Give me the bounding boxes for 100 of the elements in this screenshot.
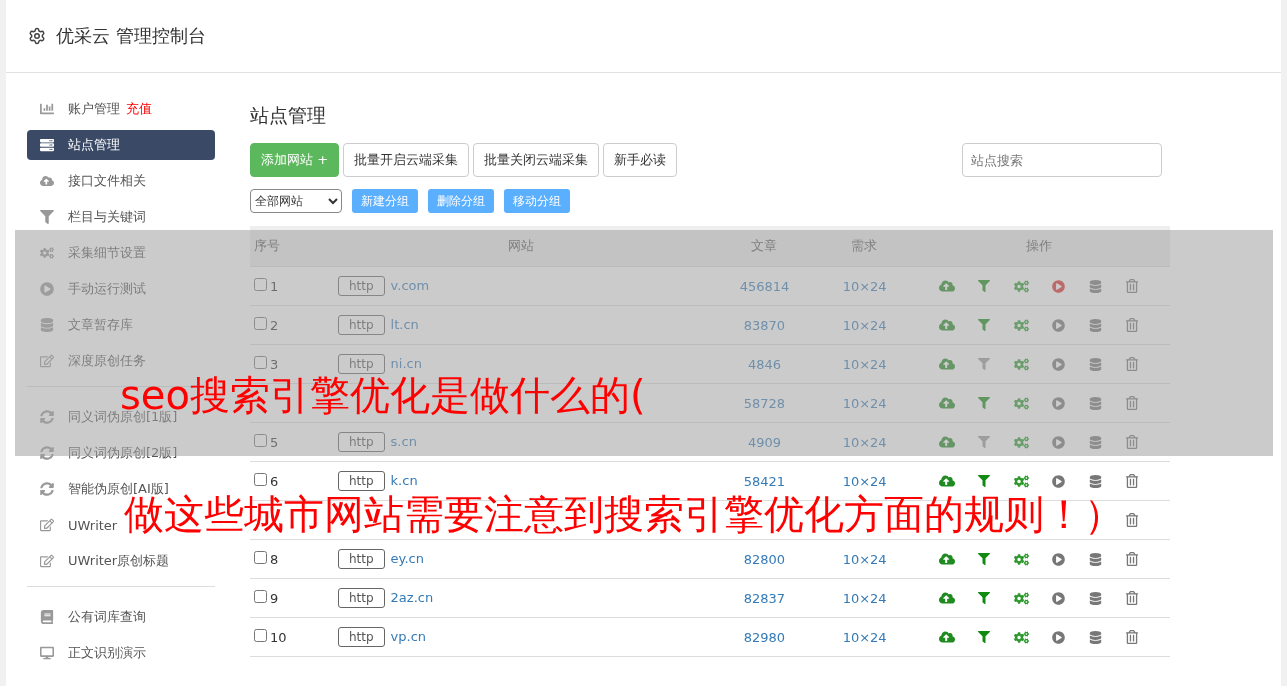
sidebar-item[interactable]: UWriter原创标题 xyxy=(27,546,181,576)
gears-icon[interactable] xyxy=(1013,278,1029,294)
toolbar-button[interactable]: 新手必读 xyxy=(603,143,678,177)
gears-icon[interactable] xyxy=(1013,317,1029,333)
sidebar-item[interactable]: 采集细节设置 xyxy=(27,238,157,268)
database-icon[interactable] xyxy=(1088,279,1102,293)
trash-icon[interactable] xyxy=(1125,552,1140,566)
cloud-upload-icon[interactable] xyxy=(939,278,956,294)
site-link[interactable]: 2az.cn xyxy=(390,590,434,605)
database-icon[interactable] xyxy=(1088,630,1102,644)
sidebar-label: 智能伪原创[AI版] xyxy=(68,480,169,496)
edit-icon xyxy=(38,354,56,368)
filter-icon[interactable] xyxy=(978,319,991,331)
toolbar-button[interactable]: 批量关闭云端采集 xyxy=(473,143,600,177)
column-header: 网站 xyxy=(333,226,710,267)
trash-icon[interactable] xyxy=(1125,279,1140,293)
cloud-upload-icon[interactable] xyxy=(939,317,956,333)
sidebar-item[interactable]: 手动运行测试 xyxy=(27,274,157,304)
filter-icon[interactable] xyxy=(978,475,991,487)
toolbar-button[interactable]: 批量开启云端采集 xyxy=(343,143,470,177)
gears-icon[interactable] xyxy=(1013,356,1029,372)
sidebar-item[interactable]: 文章暂存库 xyxy=(27,310,144,340)
play-icon[interactable] xyxy=(1051,279,1065,293)
trash-icon[interactable] xyxy=(1125,474,1140,488)
trash-icon[interactable] xyxy=(1125,513,1140,527)
gears-icon[interactable] xyxy=(1013,629,1029,645)
play-icon[interactable] xyxy=(1051,552,1065,566)
trash-icon[interactable] xyxy=(1125,630,1140,644)
article-count: 58421 xyxy=(743,473,786,489)
demand-value: 10×24 xyxy=(842,434,887,450)
database-icon[interactable] xyxy=(1088,357,1102,371)
article-count: 4909 xyxy=(747,434,781,450)
play-icon[interactable] xyxy=(1051,591,1065,605)
database-icon[interactable] xyxy=(1088,552,1102,566)
column-header: 需求 xyxy=(819,226,910,267)
play-icon[interactable] xyxy=(1051,396,1065,410)
cloud-upload-icon[interactable] xyxy=(939,473,956,489)
cloud-upload-icon[interactable] xyxy=(939,434,956,450)
trash-icon[interactable] xyxy=(1125,591,1140,605)
site-link[interactable]: k.cn xyxy=(390,473,418,488)
sidebar-item[interactable]: 账户管理 充值 xyxy=(27,94,163,124)
sidebar-item[interactable]: 站点管理 xyxy=(27,130,215,160)
toolbar-button[interactable]: 添加网站 + xyxy=(250,143,340,177)
row-checkbox[interactable] xyxy=(254,590,267,603)
database-icon[interactable] xyxy=(1088,435,1102,449)
sidebar-item[interactable]: 同义词伪原创[2版] xyxy=(27,438,189,468)
play-icon[interactable] xyxy=(1051,318,1065,332)
filter-icon[interactable] xyxy=(978,280,991,292)
sidebar-item[interactable]: 公有词库查询 xyxy=(27,602,157,632)
row-checkbox[interactable] xyxy=(254,317,267,330)
play-icon[interactable] xyxy=(1051,357,1065,371)
gears-icon[interactable] xyxy=(1013,551,1029,567)
search-field[interactable]: 站点搜索 xyxy=(962,143,1162,177)
site-link[interactable]: ey.cn xyxy=(390,551,424,566)
gears-icon[interactable] xyxy=(1013,434,1029,450)
trash-icon[interactable] xyxy=(1125,318,1140,332)
trash-icon[interactable] xyxy=(1125,396,1140,410)
row-checkbox[interactable] xyxy=(254,629,267,642)
row-checkbox[interactable] xyxy=(254,551,267,564)
cloud-upload-icon[interactable] xyxy=(939,395,956,411)
cloud-upload-icon[interactable] xyxy=(939,356,956,372)
sidebar-item[interactable]: 接口文件相关 xyxy=(27,166,157,196)
row-number: 8 xyxy=(270,552,279,567)
trash-icon[interactable] xyxy=(1125,435,1140,449)
row-checkbox[interactable] xyxy=(254,434,267,447)
protocol-tag: http xyxy=(337,432,385,452)
gears-icon[interactable] xyxy=(1013,473,1029,489)
play-icon[interactable] xyxy=(1051,474,1065,488)
row-number: 3 xyxy=(270,357,279,372)
database-icon[interactable] xyxy=(1088,318,1102,332)
page-title: 站点管理 xyxy=(250,103,327,128)
play-icon[interactable] xyxy=(1051,435,1065,449)
sidebar-item[interactable]: 正文识别演示 xyxy=(27,638,157,668)
row-checkbox[interactable] xyxy=(254,473,267,486)
filter-icon[interactable] xyxy=(978,397,991,409)
group-select[interactable]: 全部网站 xyxy=(250,189,342,213)
filter-icon[interactable] xyxy=(978,592,991,604)
database-icon[interactable] xyxy=(1088,474,1102,488)
recharge-link[interactable]: 充值 xyxy=(126,100,152,118)
trash-icon[interactable] xyxy=(1125,357,1140,371)
column-header: 序号 xyxy=(250,226,334,267)
protocol-tag: http xyxy=(337,627,385,647)
demand-value: 10×24 xyxy=(842,551,887,567)
row-checkbox[interactable] xyxy=(254,356,267,369)
site-link[interactable]: vp.cn xyxy=(390,629,427,644)
sidebar-label: 账户管理 xyxy=(68,100,120,118)
database-icon[interactable] xyxy=(1088,396,1102,410)
play-icon[interactable] xyxy=(1051,630,1065,644)
sidebar-item[interactable]: 栏目与关键词 xyxy=(27,202,157,232)
demand-value: 10×24 xyxy=(842,395,887,411)
filter-icon[interactable] xyxy=(978,631,991,643)
cloud-upload-icon[interactable] xyxy=(939,629,956,645)
gears-icon[interactable] xyxy=(1013,395,1029,411)
row-checkbox[interactable] xyxy=(254,278,267,291)
cloud-upload-icon[interactable] xyxy=(939,590,956,606)
filter-icon[interactable] xyxy=(978,553,991,565)
cloud-upload-icon[interactable] xyxy=(939,551,956,567)
sidebar-item[interactable]: 深度原创任务 xyxy=(27,346,157,376)
database-icon[interactable] xyxy=(1088,591,1102,605)
gears-icon[interactable] xyxy=(1013,590,1029,606)
